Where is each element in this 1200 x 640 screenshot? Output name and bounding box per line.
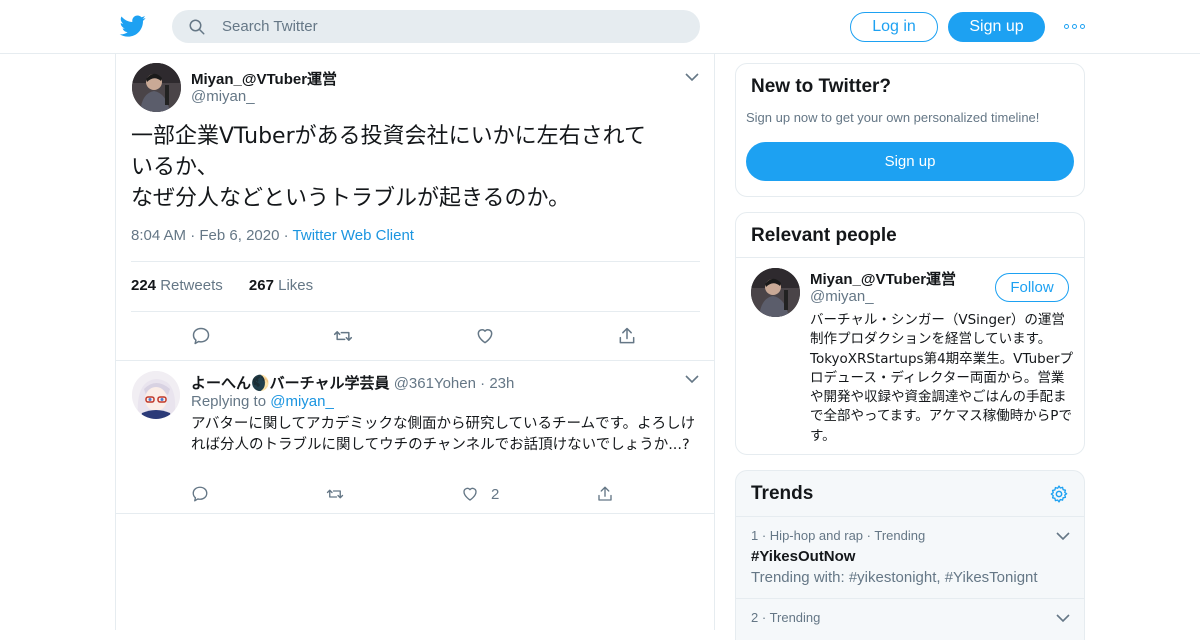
like-icon: [477, 329, 493, 344]
replying-to-link[interactable]: @miyan_: [270, 393, 334, 410]
share-button[interactable]: [596, 483, 731, 505]
author-handle[interactable]: @miyan_: [191, 88, 255, 105]
tweet-time[interactable]: 8:04 AM: [131, 227, 186, 244]
sidebar-signup-button[interactable]: Sign up: [746, 142, 1074, 181]
divider: [131, 261, 700, 262]
person-bio: バーチャル・シンガー（VSinger）の運営制作プロダクションを経営しています。…: [810, 312, 1074, 444]
avatar[interactable]: [132, 371, 180, 419]
relevant-people-card: Relevant people Miyan_@VTuber運営 @miyan_ …: [735, 212, 1085, 455]
tweet-actions: [191, 325, 759, 347]
trends-card: Trends 1 · Hip-hop and rap · Trending #Y…: [735, 470, 1085, 640]
tweet-text: 一部企業VTuberがある投資会社にいかに左右されて いるか、 なぜ分人などとい…: [131, 121, 701, 214]
reply-button[interactable]: [191, 325, 333, 347]
more-icon[interactable]: [1064, 19, 1086, 33]
divider: [736, 257, 1084, 258]
person-name[interactable]: Miyan_@VTuber運営: [810, 268, 956, 289]
tweet-text-line: なぜ分人などというトラブルが起きるのか。: [131, 186, 571, 211]
login-button[interactable]: Log in: [850, 12, 938, 42]
author-name[interactable]: Miyan_@VTuber運営: [191, 68, 337, 89]
reply-author-name[interactable]: よーへん🌒バーチャル学芸員: [191, 375, 390, 392]
divider: [116, 513, 714, 514]
reply-time[interactable]: 23h: [489, 375, 514, 392]
search-input[interactable]: [222, 10, 682, 43]
reply-author-handle[interactable]: @361Yohen: [394, 375, 476, 392]
replying-to: Replying to @miyan_: [191, 393, 334, 410]
follow-button[interactable]: Follow: [995, 273, 1069, 302]
likes-stat[interactable]: 267 Likes: [249, 277, 313, 294]
tweet-text-line: いるか、: [131, 155, 219, 180]
divider: [131, 311, 700, 312]
like-button[interactable]: [475, 325, 617, 347]
divider: [736, 516, 1084, 517]
tweet-source[interactable]: Twitter Web Client: [293, 227, 414, 244]
trend-meta: 2 · Trending: [751, 610, 821, 625]
search-box[interactable]: [172, 10, 700, 43]
tweet-stats: 224 Retweets 267 Likes: [131, 277, 313, 294]
like-button[interactable]: 2: [461, 483, 596, 505]
tweet-date[interactable]: Feb 6, 2020: [199, 227, 279, 244]
trend-meta: 1 · Hip-hop and rap · Trending: [751, 528, 926, 543]
share-icon: [619, 327, 635, 344]
retweets-stat[interactable]: 224 Retweets: [131, 277, 223, 294]
trend-context: Trending with: #yikestonight, #YikesToni…: [751, 569, 1038, 586]
retweet-icon: [333, 331, 353, 341]
divider: [116, 360, 714, 361]
trend-name[interactable]: #YikesOutNow: [751, 548, 855, 565]
avatar[interactable]: [132, 63, 181, 112]
card-title: Trends: [751, 483, 814, 504]
reply-header: よーへん🌒バーチャル学芸員 @361Yohen · 23h: [191, 375, 515, 392]
avatar[interactable]: [751, 268, 800, 317]
tweet-text-line: 一部企業VTuberがある投資会社にいかに左右されて: [131, 124, 646, 149]
retweet-button[interactable]: [333, 325, 475, 347]
reply-icon: [192, 327, 210, 345]
reply-text: アバターに関してアカデミックな側面から研究しているチームです。よろしければ分人の…: [191, 416, 696, 453]
chevron-down-icon[interactable]: [1056, 613, 1070, 623]
reply-button[interactable]: [191, 483, 326, 505]
chevron-down-icon[interactable]: [685, 374, 699, 384]
twitter-logo-icon[interactable]: [119, 13, 147, 39]
new-to-twitter-card: New to Twitter? Sign up now to get your …: [735, 63, 1085, 197]
card-title: Relevant people: [751, 225, 897, 246]
signup-button[interactable]: Sign up: [948, 12, 1045, 42]
top-bar: Log in Sign up: [0, 0, 1200, 54]
chevron-down-icon[interactable]: [1056, 531, 1070, 541]
person-handle[interactable]: @miyan_: [810, 288, 874, 305]
tweet-meta: 8:04 AM · Feb 6, 2020 · Twitter Web Clie…: [131, 227, 414, 244]
retweet-icon: [326, 489, 344, 499]
search-icon: [189, 19, 205, 35]
card-title: New to Twitter?: [751, 76, 892, 97]
like-count: 2: [491, 485, 500, 503]
gear-icon[interactable]: [1049, 484, 1069, 504]
share-icon: [598, 486, 612, 501]
divider: [736, 598, 1084, 599]
chevron-down-icon[interactable]: [685, 72, 699, 82]
card-subtitle: Sign up now to get your own personalized…: [746, 110, 1040, 125]
reply-icon: [192, 486, 208, 502]
like-icon: [463, 487, 477, 501]
retweet-button[interactable]: [326, 483, 461, 505]
reply-actions: 2: [191, 483, 731, 505]
replying-to-label: Replying to: [191, 393, 267, 410]
tweet-timeline: Miyan_@VTuber運営 @miyan_ 一部企業VTuberがある投資会…: [115, 54, 715, 630]
